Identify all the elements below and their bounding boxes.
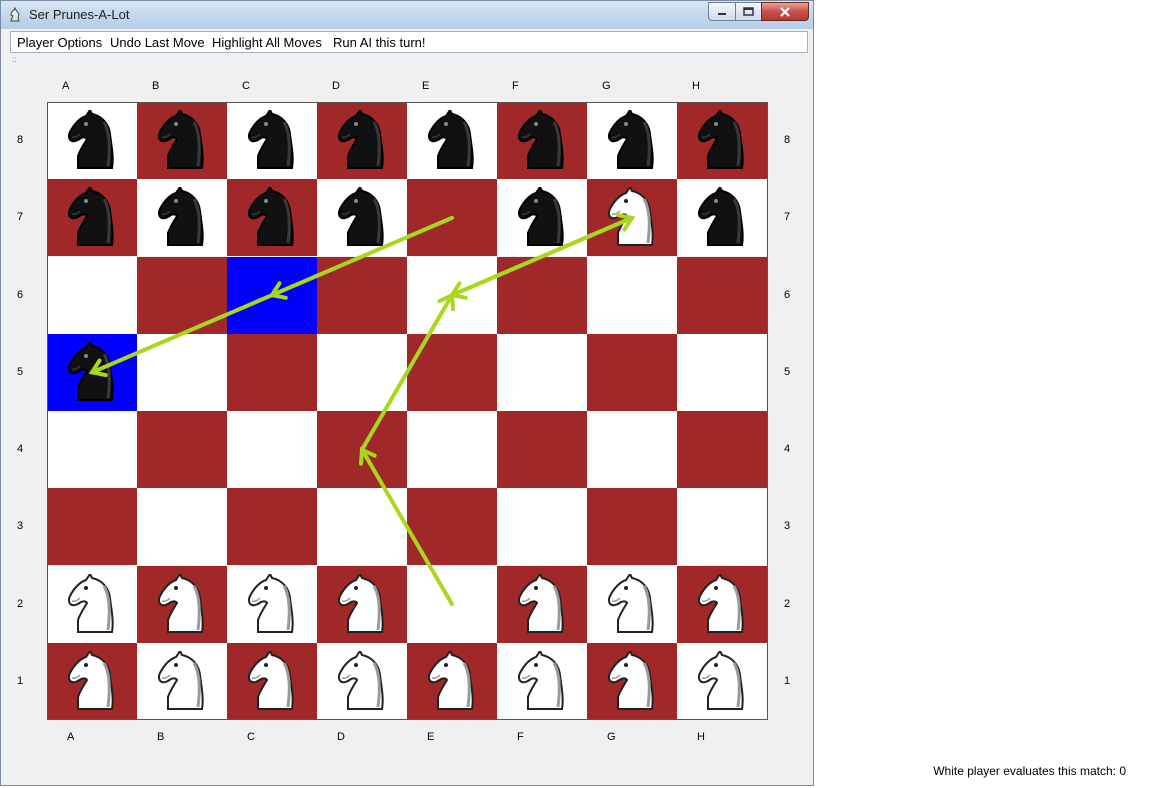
annotation-arrow-line	[450, 215, 634, 298]
annotation-arrow-line	[270, 215, 454, 298]
annotation-arrow-line	[360, 293, 454, 452]
annotation-arrow-line	[90, 293, 274, 375]
annotation-arrow-line	[360, 447, 454, 607]
status-text: White player evaluates this match: 0	[933, 764, 1126, 778]
move-annotations	[88, 213, 636, 607]
